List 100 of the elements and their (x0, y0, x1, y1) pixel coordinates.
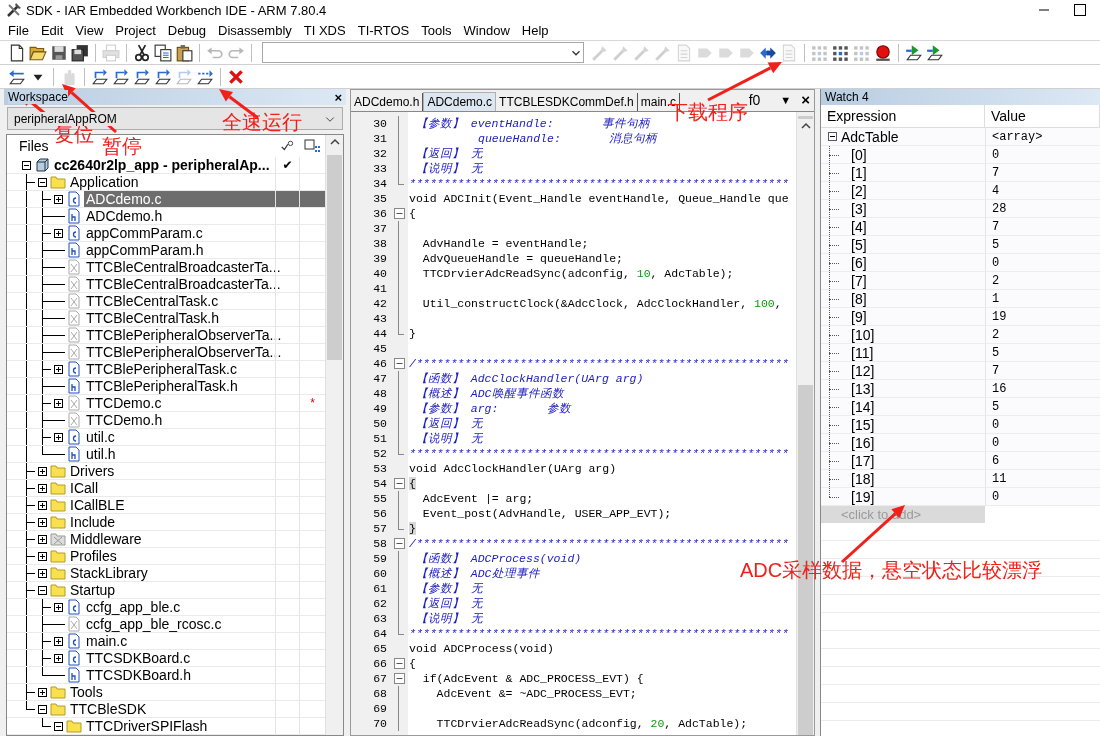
tree-item-label: Application (69, 174, 140, 190)
copy-icon[interactable] (154, 43, 172, 62)
scissors-icon[interactable] (133, 43, 151, 62)
tree-item[interactable]: appCommParam.c (7, 225, 325, 242)
tree-item[interactable]: TTCSDKBoard.c (7, 650, 325, 667)
tree-item[interactable]: util.c (7, 429, 325, 446)
tree-item[interactable]: util.h (7, 446, 325, 463)
tree-item[interactable]: main.c (7, 633, 325, 650)
tree-item[interactable]: TTCBleSDK (7, 701, 325, 718)
menu-item[interactable]: Project (109, 22, 162, 38)
new-file-icon[interactable] (8, 43, 26, 62)
clipboard-icon[interactable] (175, 43, 193, 62)
tree-item[interactable]: TTCDriverSPIFlash (7, 718, 325, 735)
expand-icon[interactable] (37, 483, 47, 493)
tree-item[interactable]: Startup (7, 582, 325, 599)
expand-icon[interactable] (37, 568, 47, 578)
toolbar-combo-field[interactable] (262, 42, 584, 63)
function-indicator[interactable]: f0 (748, 91, 761, 108)
tree-item[interactable]: TTCBleCentralTask.h (7, 310, 325, 327)
fold-toggle-icon[interactable] (393, 478, 405, 489)
tree-item[interactable]: TTCBleCentralBroadcasterTa... (7, 276, 325, 293)
tree-item[interactable]: TTCDemo.c * (7, 395, 325, 412)
tree-item[interactable]: ccfg_app_ble.c (7, 599, 325, 616)
expand-icon[interactable] (53, 432, 63, 442)
step-icon[interactable] (112, 67, 130, 86)
tree-item[interactable]: TTCBleCentralBroadcasterTa... (7, 259, 325, 276)
tree-item[interactable]: Drivers (7, 463, 325, 480)
tab-menu-button[interactable]: ▼ (780, 93, 792, 106)
maximize-icon[interactable] (1074, 4, 1086, 16)
menu-item[interactable]: TI-RTOS (351, 22, 416, 38)
editor-tab[interactable]: ADCdemo.c (423, 92, 497, 111)
tree-item[interactable]: ICall (7, 480, 325, 497)
tree-item[interactable]: TTCBlePeripheralTask.h (7, 378, 325, 395)
tree-item[interactable]: TTCBlePeripheralObserverTa... (7, 327, 325, 344)
tree-item[interactable]: TTCDemo.h (7, 412, 325, 429)
expand-icon[interactable] (37, 551, 47, 561)
reset-icon[interactable] (8, 67, 26, 86)
download-debug-icon[interactable] (926, 43, 944, 62)
expand-icon[interactable] (53, 602, 63, 612)
expand-icon[interactable] (37, 466, 47, 476)
expand-icon[interactable] (37, 687, 47, 697)
tree-item[interactable]: ADCdemo.h (7, 208, 325, 225)
menu-item[interactable]: Debug (161, 22, 213, 38)
download-debug-icon[interactable] (905, 43, 923, 62)
grid-icon[interactable] (832, 43, 850, 62)
tree-item[interactable]: cc2640r2lp_app - peripheralAp... ✔ (7, 157, 325, 174)
tree-item[interactable]: TTCBlePeripheralObserverTa... (7, 344, 325, 361)
columns-icon[interactable] (304, 138, 320, 154)
menu-item[interactable]: Window (457, 22, 516, 38)
close-button[interactable]: × (801, 91, 810, 108)
collapse-icon[interactable] (37, 585, 47, 595)
tree-item[interactable]: ADCdemo.c (7, 191, 325, 208)
menu-item[interactable]: Disassembly (212, 22, 298, 38)
tree-item[interactable]: TTCBleCentralTask.c (7, 293, 325, 310)
expand-icon[interactable] (53, 194, 63, 204)
fold-toggle-icon[interactable] (393, 673, 405, 684)
editor-tab[interactable]: TTCBLESDKCommDef.h (496, 93, 638, 111)
expand-icon[interactable] (53, 636, 63, 646)
collapse-icon[interactable] (37, 704, 47, 714)
tree-item[interactable]: ccfg_app_ble_rcosc.c (7, 616, 325, 633)
menu-item[interactable]: Tools (415, 22, 458, 38)
step-icon[interactable] (133, 67, 151, 86)
save-all-icon[interactable] (71, 43, 89, 62)
expand-icon[interactable] (53, 228, 63, 238)
expand-icon[interactable] (53, 398, 63, 408)
expand-icon[interactable] (37, 534, 47, 544)
step-icon[interactable] (154, 67, 172, 86)
tree-item[interactable]: Include (7, 514, 325, 531)
fold-toggle-icon[interactable] (393, 358, 405, 369)
menu-item[interactable]: Edit (34, 22, 70, 38)
collapse-icon[interactable] (37, 177, 47, 187)
code-line: AdvHandle = eventHandle; (421, 236, 589, 251)
tree-item[interactable]: Middleware (7, 531, 325, 548)
tree-item[interactable]: TTCSDKBoard.h (7, 667, 325, 684)
close-button[interactable]: × (334, 89, 342, 105)
cross-icon[interactable] (227, 67, 245, 86)
menu-item[interactable]: File (2, 22, 35, 38)
tree-item[interactable]: Profiles (7, 548, 325, 565)
expand-icon[interactable] (53, 364, 63, 374)
tree-item[interactable]: StackLibrary (7, 565, 325, 582)
expand-icon[interactable] (37, 517, 47, 527)
collapse-icon[interactable] (21, 160, 31, 170)
scrollbar[interactable] (325, 135, 343, 735)
menu-item[interactable]: View (69, 22, 110, 38)
expand-icon[interactable] (53, 653, 63, 663)
expand-icon[interactable] (37, 500, 47, 510)
menu-item[interactable]: Help (515, 22, 555, 38)
collapse-icon[interactable] (827, 132, 837, 141)
step-icon[interactable] (91, 67, 109, 86)
breakpoint-icon[interactable] (874, 43, 892, 62)
menu-item[interactable]: TI XDS (297, 22, 352, 38)
fold-toggle-icon[interactable] (393, 538, 405, 549)
tree-item[interactable]: TTCBlePeripheralTask.c (7, 361, 325, 378)
save-icon[interactable] (50, 43, 68, 62)
fold-toggle-icon[interactable] (393, 658, 405, 669)
collapse-icon[interactable] (53, 721, 63, 731)
tree-item[interactable]: appCommParam.h (7, 242, 325, 259)
fold-toggle-icon[interactable] (393, 208, 405, 219)
tree-item[interactable]: Tools (7, 684, 325, 701)
tree-item[interactable]: ICallBLE (7, 497, 325, 514)
